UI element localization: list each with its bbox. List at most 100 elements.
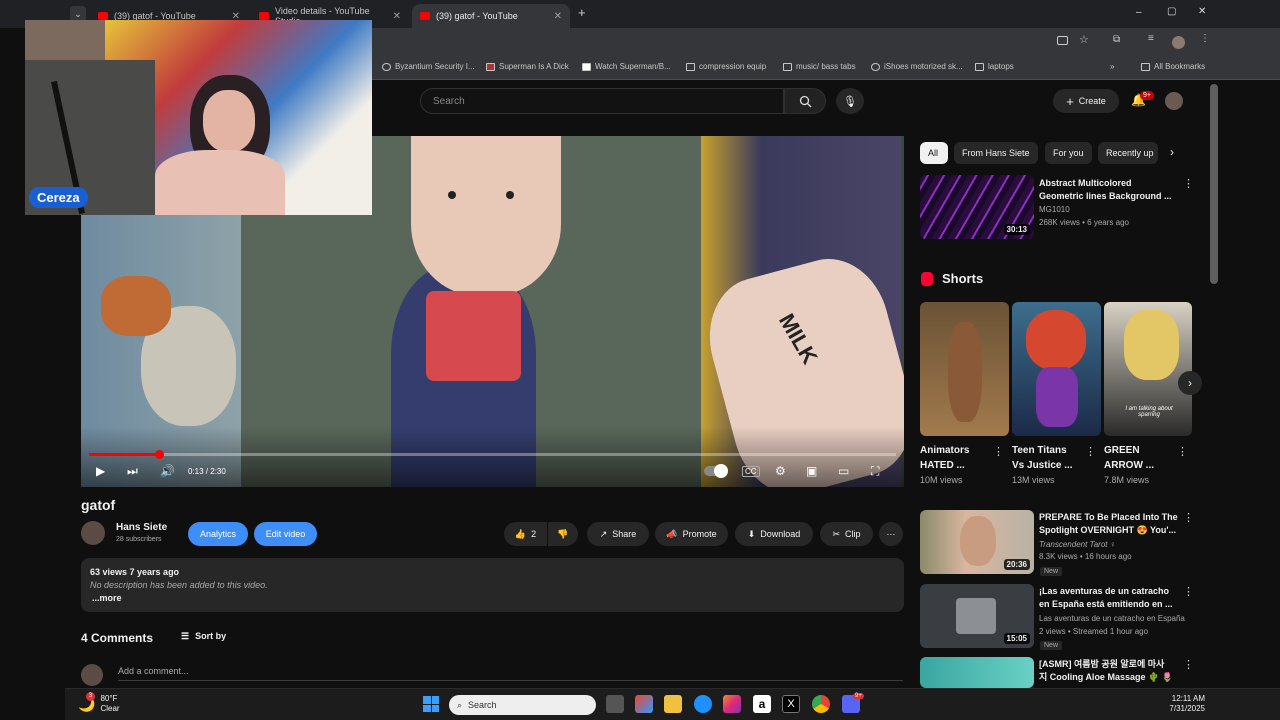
video-title[interactable]: ¡Las aventuras de un catracho en España e… [1039, 585, 1173, 611]
theater-mode-icon[interactable]: ▭ [838, 462, 849, 480]
bookmark-item[interactable]: Byzantium Security I... [382, 62, 475, 71]
short-thumbnail[interactable]: I am talking about sparring [1104, 302, 1192, 436]
bookmark-item[interactable]: Watch Superman/B... [582, 62, 671, 71]
notification-badge: 9+ [1140, 91, 1154, 100]
bookmark-folder[interactable]: laptops [975, 62, 1014, 71]
chip-all[interactable]: All [920, 142, 948, 164]
bookmark-folder[interactable]: music/ bass tabs [783, 62, 856, 71]
short-thumbnail[interactable] [920, 302, 1009, 436]
dislike-button[interactable]: 👎 [548, 522, 578, 546]
all-bookmarks[interactable]: All Bookmarks [1141, 62, 1205, 71]
weather-widget[interactable]: 🌙 80°F Clear [78, 694, 120, 714]
autoplay-toggle[interactable] [704, 462, 728, 480]
taskbar-search[interactable]: ⌕ Search [449, 695, 596, 715]
video-channel[interactable]: Transcendent Tarot ♀ [1039, 539, 1116, 551]
bookmarks-overflow-icon[interactable]: » [1110, 62, 1114, 71]
bookmark-item[interactable]: Superman Is A Dick [486, 62, 569, 71]
fullscreen-icon[interactable]: ⛶ [871, 462, 879, 480]
video-title: gatof [81, 497, 116, 513]
video-title[interactable]: Abstract Multicolored Geometric lines Bac… [1039, 177, 1172, 203]
video-thumbnail[interactable]: 30:13 [920, 175, 1034, 239]
system-clock[interactable]: 12:11 AM 7/31/2025 [1160, 694, 1205, 714]
analytics-button[interactable]: Analytics [188, 522, 248, 546]
next-button[interactable]: ⏭ [127, 462, 138, 480]
video-menu-icon[interactable]: ⋮ [1183, 585, 1194, 598]
file-explorer-icon[interactable] [664, 695, 682, 713]
cast-icon[interactable] [1057, 36, 1068, 45]
video-channel[interactable]: Las aventuras de un catracho en España [1039, 613, 1185, 625]
short-title[interactable]: Teen Titans Vs Justice ... [1012, 443, 1084, 473]
edge-icon[interactable] [694, 695, 712, 713]
short-menu-icon[interactable]: ⋮ [993, 445, 1004, 458]
instagram-icon[interactable] [723, 695, 741, 713]
short-title[interactable]: Animators HATED ... [920, 443, 992, 473]
settings-gear-icon[interactable]: ⚙ [775, 462, 786, 480]
folder-icon [686, 62, 695, 71]
media-icon[interactable]: ≡ [1148, 33, 1154, 44]
show-more-link[interactable]: ...more [92, 592, 895, 605]
video-menu-icon[interactable]: ⋮ [1183, 658, 1194, 671]
x-app-icon[interactable]: X [782, 695, 800, 713]
promote-button[interactable]: 📣 Promote [655, 522, 728, 546]
search-button[interactable] [784, 88, 826, 114]
video-menu-icon[interactable]: ⋮ [1183, 511, 1194, 524]
progress-bar[interactable] [89, 453, 896, 456]
clip-button[interactable]: ✂ Clip [820, 522, 873, 546]
amazon-icon[interactable]: a [753, 695, 771, 713]
windows-start-icon[interactable] [423, 696, 439, 712]
video-thumbnail[interactable]: 15:05 [920, 584, 1034, 648]
video-title[interactable]: [ASMR] 여름밤 공원 알로에 마사 지 Cooling Aloe Massa… [1039, 658, 1173, 684]
chevron-right-icon[interactable]: › [1170, 145, 1174, 159]
more-actions-button[interactable]: ⋯ [879, 522, 903, 546]
download-button[interactable]: ⬇ Download [735, 522, 813, 546]
short-title[interactable]: GREEN ARROW ... [1104, 443, 1176, 473]
video-title[interactable]: PREPARE To Be Placed Into The Spotlight O… [1039, 511, 1178, 537]
sort-comments-button[interactable]: ☰ Sort by [181, 631, 226, 642]
account-avatar[interactable] [1165, 92, 1183, 110]
create-button[interactable]: + Create [1053, 89, 1119, 113]
video-thumbnail[interactable]: 20:36 [920, 510, 1034, 574]
star-icon[interactable]: ☆ [1079, 33, 1089, 46]
bookmark-folder[interactable]: compression equip [686, 62, 766, 71]
channel-avatar[interactable] [81, 521, 105, 545]
video-channel[interactable]: MG1010 [1039, 204, 1070, 216]
video-frame-duck-beak [101, 276, 171, 336]
profile-avatar[interactable] [1172, 36, 1185, 49]
miniplayer-icon[interactable]: ▣ [806, 462, 817, 480]
video-thumbnail[interactable] [920, 657, 1034, 688]
minimize-button[interactable]: – [1136, 7, 1142, 18]
chip-for-you[interactable]: For you [1045, 142, 1092, 164]
new-tab-button[interactable]: + [578, 5, 586, 20]
shorts-next-button[interactable]: › [1178, 371, 1202, 395]
chip-from-channel[interactable]: From Hans Siete [954, 142, 1038, 164]
page-scrollbar[interactable] [1210, 84, 1218, 284]
video-menu-icon[interactable]: ⋮ [1183, 177, 1194, 190]
share-button[interactable]: ↗ Share [587, 522, 649, 546]
edit-video-button[interactable]: Edit video [254, 522, 317, 546]
chrome-icon[interactable] [812, 695, 830, 713]
add-comment-input[interactable]: Add a comment... [118, 666, 903, 681]
close-icon[interactable]: ✕ [393, 11, 401, 22]
like-button[interactable]: 👍 2 [504, 522, 547, 546]
browser-menu-icon[interactable]: ⋮ [1200, 33, 1210, 44]
duration-badge: 15:05 [1003, 633, 1030, 644]
extensions-icon[interactable]: ⧉ [1113, 34, 1120, 45]
short-thumbnail[interactable] [1012, 302, 1101, 436]
description-box[interactable]: 63 views 7 years ago No description has … [81, 558, 904, 612]
close-window-button[interactable]: ✕ [1198, 6, 1206, 17]
short-menu-icon[interactable]: ⋮ [1177, 445, 1188, 458]
bookmark-item[interactable]: iShoes motorized sk... [871, 62, 963, 71]
search-input[interactable]: Search [420, 88, 784, 114]
chip-recently-uploaded[interactable]: Recently up [1098, 142, 1158, 164]
task-view-icon[interactable] [606, 695, 624, 713]
volume-icon[interactable]: 🔊 [160, 462, 175, 480]
play-button[interactable]: ▶ [96, 462, 105, 480]
captions-icon[interactable]: CC [742, 462, 760, 480]
short-menu-icon[interactable]: ⋮ [1085, 445, 1096, 458]
browser-tab-3[interactable]: (39) gatof - YouTube ✕ [412, 4, 570, 28]
close-icon[interactable]: ✕ [554, 11, 562, 22]
voice-search-button[interactable]: 🎙 [836, 88, 864, 114]
channel-name[interactable]: Hans Siete [116, 522, 167, 533]
copilot-icon[interactable] [635, 695, 653, 713]
maximize-button[interactable]: ▢ [1167, 6, 1176, 17]
